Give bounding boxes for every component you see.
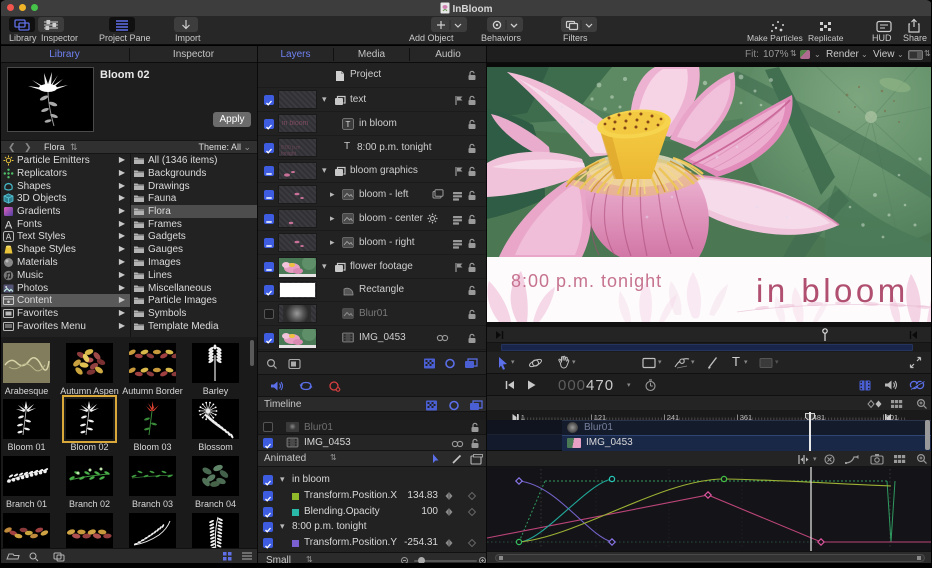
- svg-text:A: A: [6, 233, 12, 242]
- svg-text:T: T: [346, 120, 351, 129]
- svg-text:A: A: [5, 220, 13, 231]
